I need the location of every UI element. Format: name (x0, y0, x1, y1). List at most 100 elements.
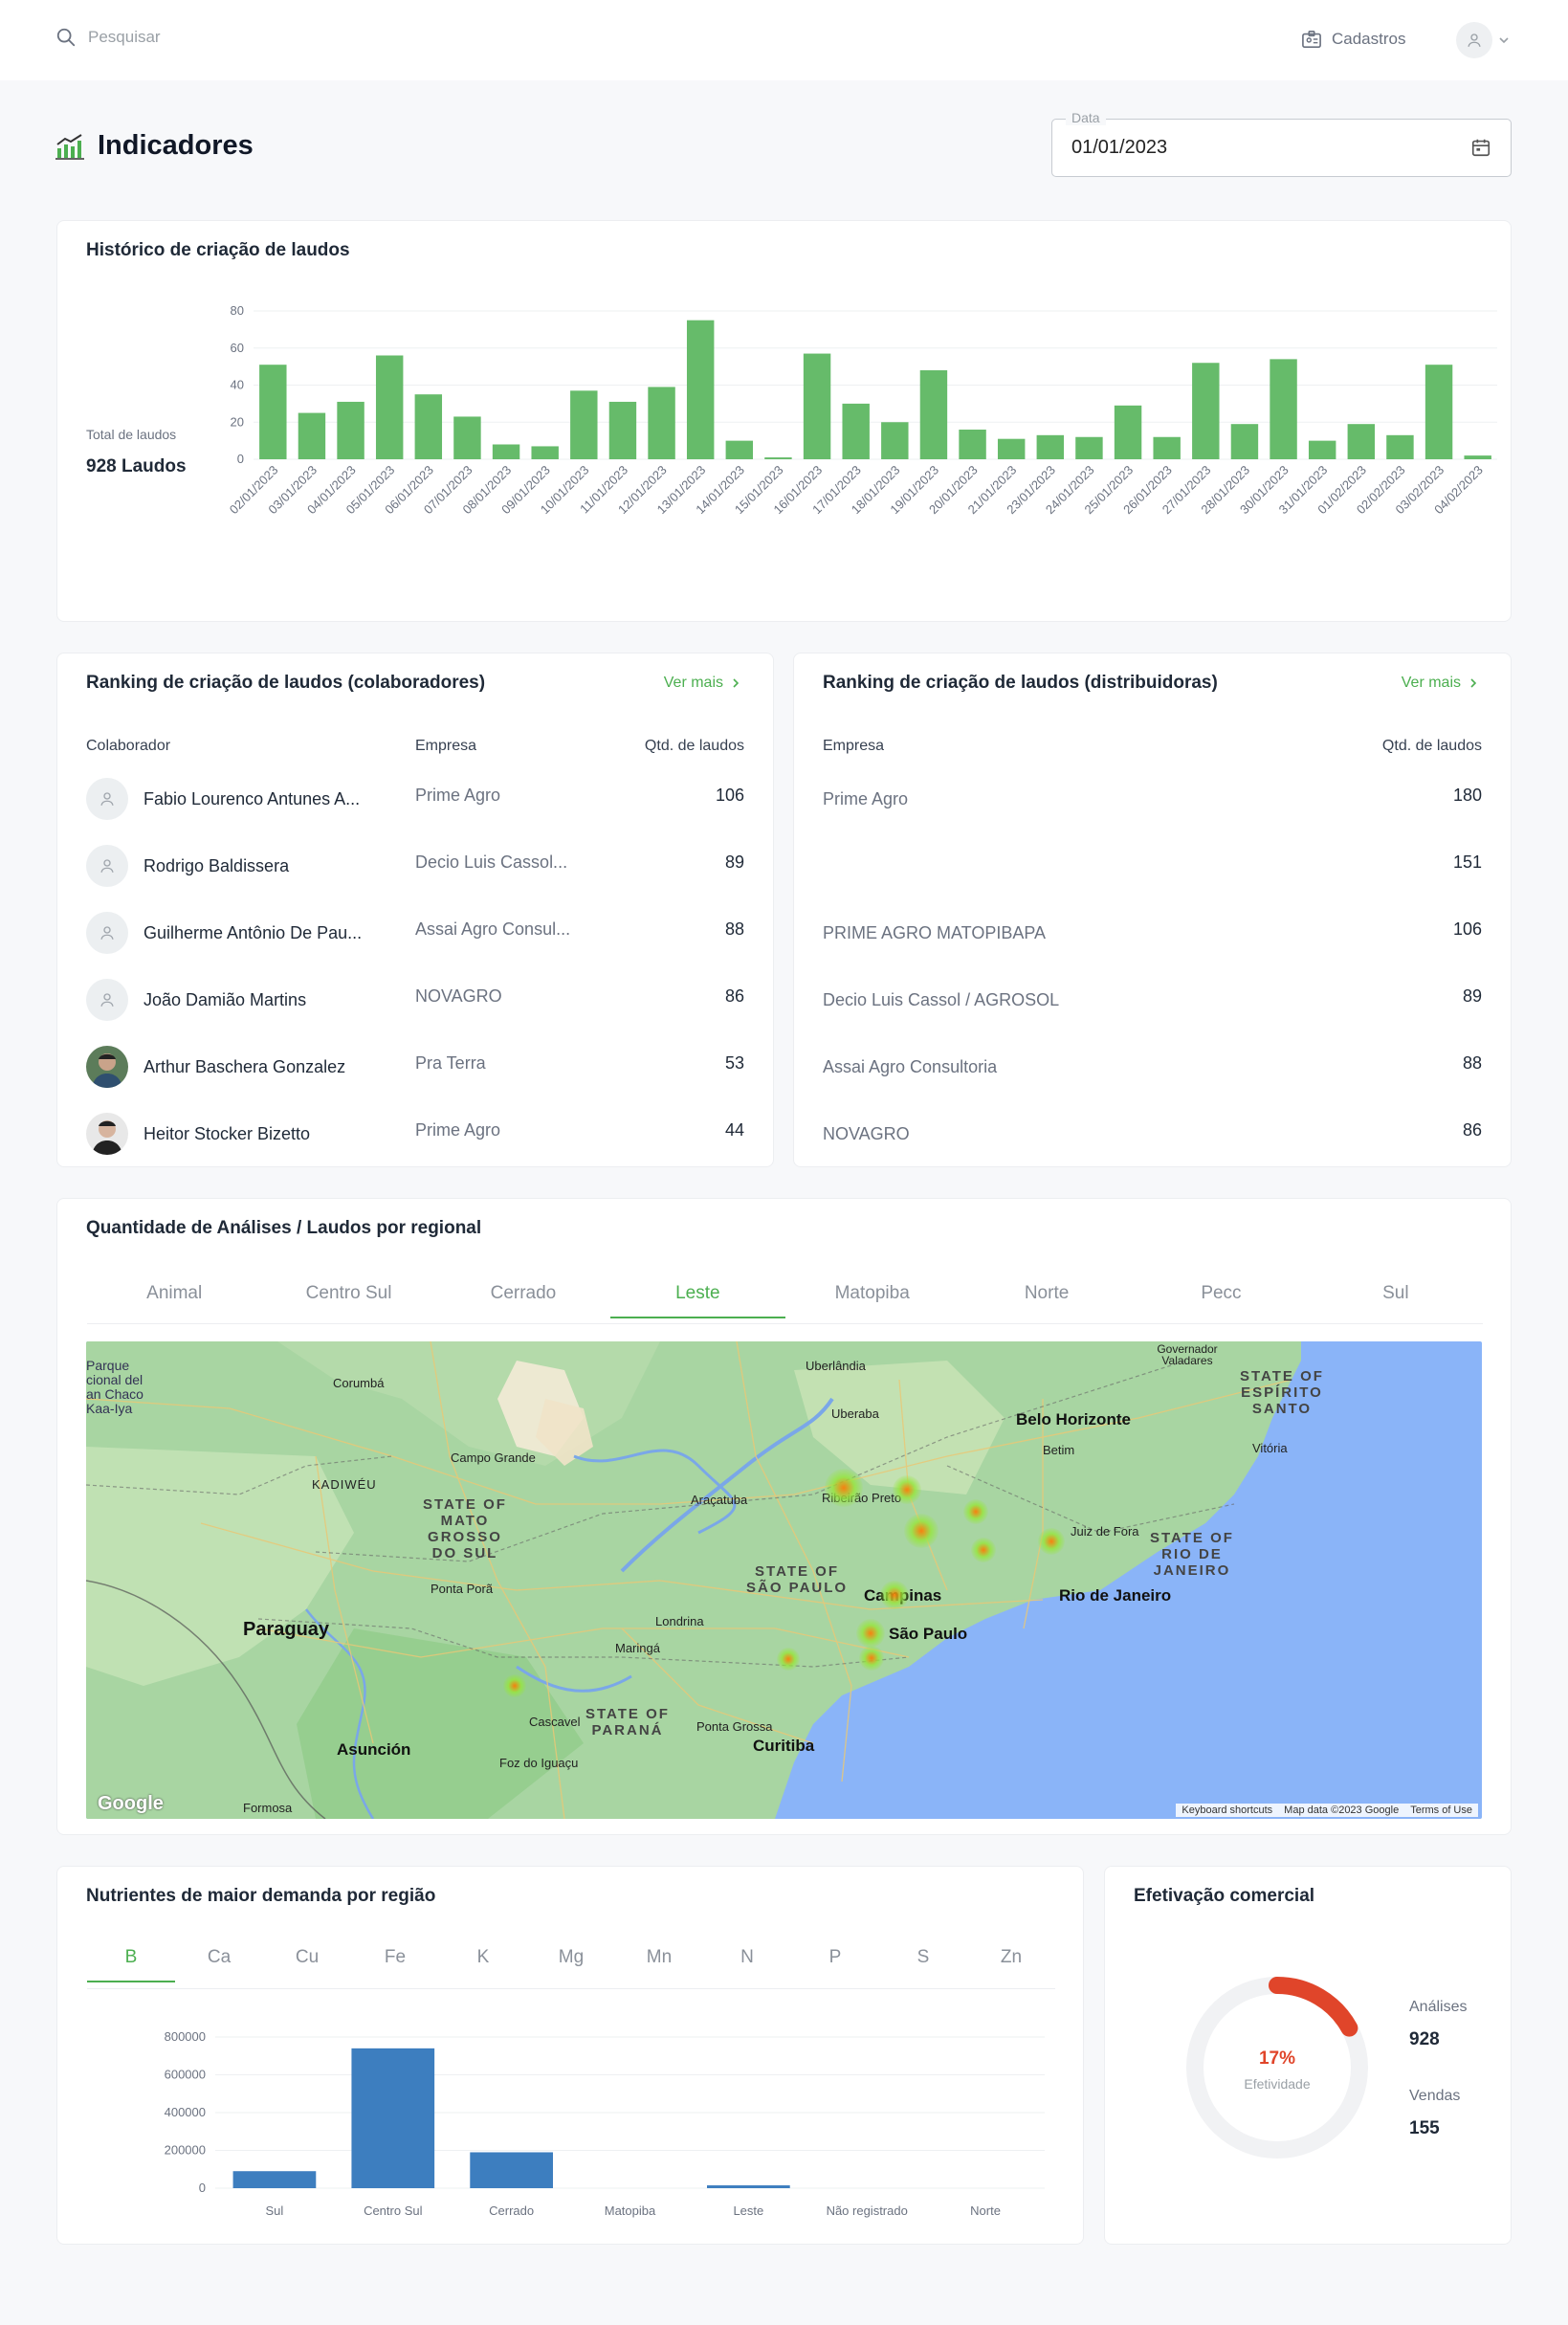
map-city-sao-paulo: São Paulo (889, 1625, 968, 1643)
map-heatspot (963, 1499, 988, 1524)
bar[interactable] (1424, 365, 1453, 459)
bar[interactable] (1464, 455, 1491, 459)
bar[interactable] (1192, 363, 1220, 459)
y-tick-label: 200000 (165, 2143, 206, 2158)
bar[interactable] (803, 353, 831, 459)
page-title: Indicadores (55, 130, 254, 162)
bar[interactable] (919, 370, 948, 459)
bar[interactable] (707, 2185, 790, 2188)
map-city-foz: Foz do Iguaçu (499, 1756, 579, 1770)
bar[interactable] (1230, 424, 1259, 459)
map-city-londrina: Londrina (655, 1614, 704, 1628)
y-tick-label: 20 (231, 414, 244, 429)
map-keyboard-shortcuts[interactable]: Keyboard shortcuts (1176, 1804, 1278, 1817)
tab-regional-cerrado[interactable]: Cerrado (436, 1283, 610, 1304)
colaborador-empresa: Assai Agro Consul... (415, 919, 571, 939)
bar[interactable] (531, 446, 559, 459)
map-terms-link[interactable]: Terms of Use (1404, 1804, 1478, 1817)
regional-title: Quantidade de Análises / Laudos por regi… (86, 1218, 482, 1238)
search-box[interactable]: Pesquisar (55, 27, 161, 48)
tab-nutriente-mn[interactable]: Mn (615, 1947, 703, 1968)
bar[interactable] (1308, 440, 1336, 459)
bar[interactable] (1036, 434, 1065, 459)
bar[interactable] (1153, 436, 1181, 459)
bar[interactable] (259, 365, 287, 459)
bar[interactable] (453, 416, 481, 459)
bar[interactable] (570, 390, 598, 459)
tab-nutriente-s[interactable]: S (879, 1947, 967, 1968)
tab-nutriente-n[interactable]: N (703, 1947, 791, 1968)
bar[interactable] (1347, 424, 1376, 459)
bar[interactable] (881, 422, 909, 459)
tab-regional-matopiba[interactable]: Matopiba (785, 1283, 960, 1304)
bar[interactable] (351, 2048, 435, 2188)
search-placeholder[interactable]: Pesquisar (88, 28, 161, 47)
cadastros-label: Cadastros (1332, 30, 1406, 48)
bar[interactable] (337, 401, 364, 459)
colaborador-qtd: 86 (724, 986, 744, 1006)
tab-regional-pecc[interactable]: Pecc (1134, 1283, 1308, 1304)
bar[interactable] (997, 438, 1026, 459)
bar[interactable] (470, 2152, 553, 2188)
bar[interactable] (1114, 405, 1142, 459)
tab-nutriente-zn[interactable]: Zn (967, 1947, 1055, 1968)
bar[interactable] (1075, 436, 1103, 459)
ver-mais-label[interactable]: Ver mais (664, 675, 723, 692)
colaborador-name: Guilherme Antônio De Pau... (144, 923, 363, 942)
map-heatspot (859, 1646, 884, 1671)
bar[interactable] (764, 457, 792, 459)
bar[interactable] (375, 355, 404, 460)
bar[interactable] (1386, 434, 1414, 459)
tab-nutriente-mg[interactable]: Mg (527, 1947, 615, 1968)
map-state-ms: STATE OF MATO GROSSO DO SUL (423, 1496, 507, 1561)
map-city-ponta-pora: Ponta Porã (431, 1582, 494, 1596)
distribuidora-empresa: NOVAGRO (823, 1124, 910, 1143)
tab-regional-centro-sul[interactable]: Centro Sul (261, 1283, 435, 1304)
map-state-rj: STATE OF RIO DE JANEIRO (1150, 1530, 1234, 1579)
map-data-credit: Map data ©2023 Google (1284, 1805, 1400, 1816)
bar[interactable] (232, 2171, 317, 2188)
top-bar: Pesquisar Cadastros (0, 0, 1568, 80)
ver-mais-colab-link[interactable]: Ver mais (664, 675, 740, 692)
tab-regional-sul[interactable]: Sul (1309, 1283, 1483, 1304)
google-logo: Google (98, 1793, 164, 1814)
bar[interactable] (959, 430, 986, 459)
tab-nutriente-k[interactable]: K (439, 1947, 527, 1968)
tab-nutriente-p[interactable]: P (791, 1947, 879, 1968)
tab-nutriente-cu[interactable]: Cu (263, 1947, 351, 1968)
tab-nutriente-b[interactable]: B (87, 1947, 175, 1968)
tab-regional-norte[interactable]: Norte (960, 1283, 1134, 1304)
bar[interactable] (298, 412, 326, 459)
map-heatspot (893, 1475, 921, 1504)
tab-nutriente-ca[interactable]: Ca (175, 1947, 263, 1968)
bar[interactable] (608, 401, 637, 459)
bar[interactable] (1270, 359, 1297, 459)
calendar-icon[interactable] (1470, 137, 1491, 158)
bar[interactable] (725, 440, 754, 459)
distribuidora-empresa: Prime Agro (823, 789, 909, 808)
date-field[interactable]: Data 01/01/2023 (1051, 110, 1512, 177)
bar[interactable] (648, 387, 675, 459)
y-tick-label: 400000 (165, 2105, 206, 2119)
tab-regional-leste[interactable]: Leste (610, 1283, 784, 1304)
colaborador-name: Rodrigo Baldissera (144, 856, 290, 875)
chevron-down-icon[interactable] (1498, 34, 1510, 46)
regional-map[interactable]: Parque cional del an Chaco Kaa-Iya Corumbá … (86, 1341, 1482, 1819)
bar[interactable] (686, 320, 715, 459)
nutrientes-card: Nutrientes de maior demanda por região 0… (56, 1866, 1084, 2245)
ranking-dist-title: Ranking de criação de laudos (distribuid… (823, 673, 1218, 693)
tab-regional-animal[interactable]: Animal (87, 1283, 261, 1304)
map-heatspot (777, 1648, 800, 1671)
tab-nutriente-fe[interactable]: Fe (351, 1947, 439, 1968)
ver-mais-label[interactable]: Ver mais (1402, 675, 1461, 692)
bar[interactable] (842, 403, 870, 459)
bar[interactable] (414, 394, 443, 459)
date-value[interactable]: 01/01/2023 (1071, 137, 1167, 159)
map-city-uberaba: Uberaba (831, 1406, 879, 1421)
map-state-pr: STATE OF PARANÁ (585, 1706, 670, 1738)
avatar[interactable] (1456, 22, 1492, 58)
user-menu[interactable] (1456, 22, 1510, 58)
ver-mais-dist-link[interactable]: Ver mais (1402, 675, 1478, 692)
cadastros-button[interactable]: Cadastros (1301, 30, 1405, 49)
bar[interactable] (492, 444, 520, 460)
